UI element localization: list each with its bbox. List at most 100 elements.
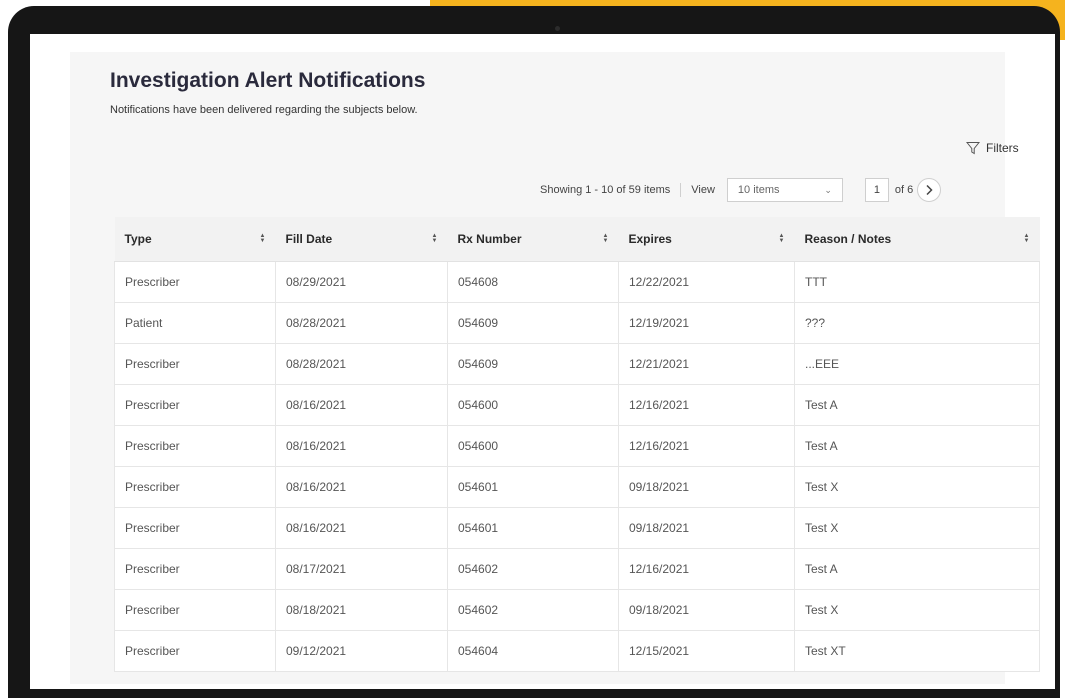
column-header[interactable]: Reason / Notes ▲ ▼ bbox=[794, 217, 1040, 262]
column-header[interactable]: Fill Date ▲ ▼ bbox=[275, 217, 448, 262]
column-header-content: Fill Date ▲ ▼ bbox=[286, 232, 438, 246]
sort-icon[interactable]: ▲ ▼ bbox=[603, 233, 609, 244]
column-header-label: Fill Date bbox=[285, 232, 333, 246]
table-cell: Test A bbox=[794, 384, 1040, 426]
table-cell: 08/28/2021 bbox=[275, 343, 448, 385]
table-row[interactable]: Prescriber 08/28/2021 054609 12/21/2021 ...E… bbox=[114, 343, 1040, 385]
table-cell: 08/16/2021 bbox=[275, 507, 448, 549]
table-cell: 08/16/2021 bbox=[275, 466, 448, 508]
screen: Investigation Alert Notifications Notifi… bbox=[30, 34, 1055, 689]
table-cell: 12/15/2021 bbox=[618, 630, 795, 672]
page-size-value: 10 items bbox=[737, 184, 780, 196]
view-label: View bbox=[691, 184, 715, 196]
table-cell: 09/18/2021 bbox=[618, 466, 795, 508]
table-cell: 09/18/2021 bbox=[618, 589, 795, 631]
table-row[interactable]: Prescriber 08/18/2021 054602 09/18/2021 Test… bbox=[114, 589, 1040, 631]
table-cell: Test A bbox=[794, 548, 1040, 590]
column-header[interactable]: Expires ▲ ▼ bbox=[618, 217, 795, 262]
filters-button[interactable]: Filters bbox=[966, 141, 1019, 155]
table-cell: Test X bbox=[794, 589, 1040, 631]
table-cell: 054604 bbox=[447, 630, 619, 672]
table-cell: 09/12/2021 bbox=[275, 630, 448, 672]
table-cell: Test XT bbox=[794, 630, 1040, 672]
table-cell: Prescriber bbox=[114, 466, 276, 508]
table-cell: TTT bbox=[794, 261, 1040, 303]
page-number-input[interactable] bbox=[864, 178, 889, 202]
funnel-icon bbox=[966, 142, 980, 155]
table-row[interactable]: Prescriber 08/29/2021 054608 12/22/2021 TTT bbox=[114, 261, 1040, 303]
page-title: Investigation Alert Notifications bbox=[110, 69, 426, 92]
table-cell: 054609 bbox=[447, 302, 619, 344]
table-row[interactable]: Prescriber 08/17/2021 054602 12/16/2021 Test… bbox=[114, 548, 1040, 590]
table-cell: 12/16/2021 bbox=[618, 425, 795, 467]
table-cell: 054602 bbox=[447, 548, 619, 590]
table-row[interactable]: Prescriber 08/16/2021 054601 09/18/2021 Test… bbox=[114, 507, 1040, 549]
table-cell: 054609 bbox=[447, 343, 619, 385]
table-cell: Prescriber bbox=[114, 261, 276, 303]
page-total-text: of 6 bbox=[894, 184, 914, 196]
filters-label: Filters bbox=[986, 141, 1019, 155]
table-cell: Prescriber bbox=[114, 384, 276, 426]
column-header-label: Reason / Notes bbox=[804, 232, 892, 246]
table-cell: 09/18/2021 bbox=[618, 507, 795, 549]
sort-icon[interactable]: ▲ ▼ bbox=[432, 233, 438, 244]
column-header[interactable]: Type ▲ ▼ bbox=[114, 217, 276, 262]
sort-icon[interactable]: ▲ ▼ bbox=[260, 233, 266, 244]
table-cell: Prescriber bbox=[114, 630, 276, 672]
table-row[interactable]: Prescriber 08/16/2021 054601 09/18/2021 Test… bbox=[114, 466, 1040, 508]
table-row[interactable]: Prescriber 08/16/2021 054600 12/16/2021 Test… bbox=[114, 384, 1040, 426]
table-cell: 054600 bbox=[447, 425, 619, 467]
next-page-button[interactable] bbox=[917, 178, 942, 202]
table-cell: Test A bbox=[794, 425, 1040, 467]
table-cell: Prescriber bbox=[114, 507, 276, 549]
table-cell: 054602 bbox=[447, 589, 619, 631]
sort-icon[interactable]: ▲ ▼ bbox=[1024, 233, 1030, 244]
column-header-content: Rx Number ▲ ▼ bbox=[458, 232, 609, 246]
page-size-select[interactable]: 10 items ⌄ bbox=[726, 178, 843, 202]
camera-dot bbox=[555, 26, 560, 31]
table-cell: Patient bbox=[114, 302, 276, 344]
table-cell: 054601 bbox=[447, 466, 619, 508]
table-cell: 08/18/2021 bbox=[275, 589, 448, 631]
table-cell: Test X bbox=[794, 507, 1040, 549]
column-header-content: Expires ▲ ▼ bbox=[629, 232, 785, 246]
table-cell: Prescriber bbox=[114, 343, 276, 385]
column-header-content: Type ▲ ▼ bbox=[125, 232, 266, 246]
table-cell: ??? bbox=[794, 302, 1040, 344]
chevron-right-icon bbox=[926, 184, 933, 196]
chevron-down-icon: ⌄ bbox=[824, 184, 832, 195]
table-cell: 12/21/2021 bbox=[618, 343, 795, 385]
notifications-panel: Investigation Alert Notifications Notifi… bbox=[70, 52, 1040, 684]
column-header-label: Type bbox=[124, 232, 152, 246]
table-cell: 054601 bbox=[447, 507, 619, 549]
column-header-label: Expires bbox=[628, 232, 672, 246]
table-cell: 08/29/2021 bbox=[275, 261, 448, 303]
page-subtitle: Notifications have been delivered regard… bbox=[110, 104, 418, 116]
table-row[interactable]: Patient 08/28/2021 054609 12/19/2021??? bbox=[114, 302, 1040, 344]
pagination-bar: Showing 1 - 10 of 59 items View 10 items… bbox=[540, 175, 1030, 205]
table-cell: 12/19/2021 bbox=[618, 302, 795, 344]
table-cell: Prescriber bbox=[114, 589, 276, 631]
column-header-content: Reason / Notes ▲ ▼ bbox=[805, 232, 1030, 246]
table-cell: 054600 bbox=[447, 384, 619, 426]
table-cell: 12/16/2021 bbox=[618, 384, 795, 426]
table-cell: ...EEE bbox=[794, 343, 1040, 385]
sort-icon[interactable]: ▲ ▼ bbox=[779, 233, 785, 244]
table-cell: 08/28/2021 bbox=[275, 302, 448, 344]
items-range-text: Showing 1 - 10 of 59 items bbox=[540, 184, 671, 196]
table-cell: Prescriber bbox=[114, 425, 276, 467]
column-header-label: Rx Number bbox=[457, 232, 522, 246]
laptop-bezel: Investigation Alert Notifications Notifi… bbox=[8, 6, 1060, 698]
table-cell: 08/16/2021 bbox=[275, 425, 448, 467]
notifications-table: Type ▲ ▼ Fill Date ▲ ▼ Rx Number ▲ ▼ Expires ▲ ▼ Rea… bbox=[114, 217, 1040, 672]
table-cell: 08/17/2021 bbox=[275, 548, 448, 590]
table-cell: Test X bbox=[794, 466, 1040, 508]
table-row[interactable]: Prescriber 08/16/2021 054600 12/16/2021 Test… bbox=[114, 425, 1040, 467]
table-header-row: Type ▲ ▼ Fill Date ▲ ▼ Rx Number ▲ ▼ Expires ▲ ▼ Rea… bbox=[114, 217, 1040, 262]
table-body: Prescriber 08/29/2021 054608 12/22/2021 TTT P… bbox=[114, 261, 1040, 672]
table-cell: 054608 bbox=[447, 261, 619, 303]
column-header[interactable]: Rx Number ▲ ▼ bbox=[447, 217, 619, 262]
table-cell: 12/16/2021 bbox=[618, 548, 795, 590]
table-cell: 12/22/2021 bbox=[618, 261, 795, 303]
table-row[interactable]: Prescriber 09/12/2021 054604 12/15/2021 Test… bbox=[114, 630, 1040, 672]
